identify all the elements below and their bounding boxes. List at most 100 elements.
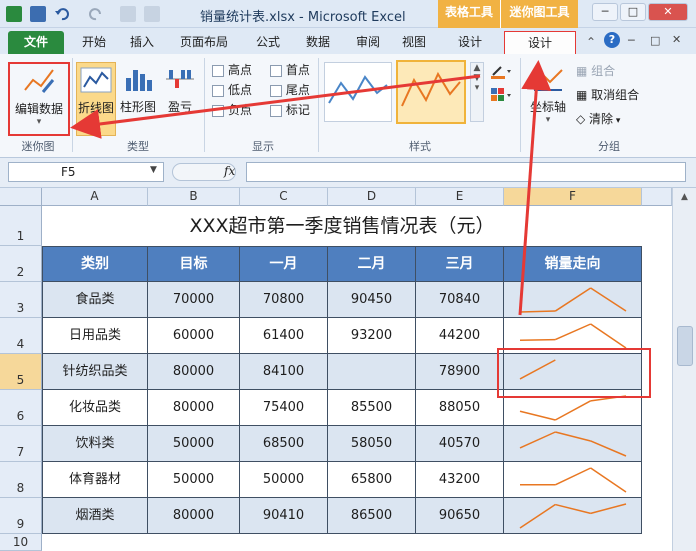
tab-formulas[interactable]: 公式 [246,31,290,54]
tab-table-design[interactable]: 设计 [448,31,492,54]
minimize-ribbon-icon[interactable]: ⌃ [586,35,596,49]
row-header-4[interactable]: 4 [0,318,42,354]
value-cell[interactable]: 40570 [416,426,504,462]
header-jan[interactable]: 一月 [240,246,328,282]
value-cell[interactable]: 90410 [240,498,328,534]
value-cell[interactable]: 90450 [328,282,416,318]
doc-minimize-icon[interactable]: ─ [628,34,635,47]
row-header-3[interactable]: 3 [0,282,42,318]
save-icon[interactable] [30,6,46,22]
help-icon[interactable]: ? [604,32,620,48]
sheet-title[interactable]: XXX超市第一季度销售情况表（元） [42,206,642,246]
sparkline-cell[interactable] [504,462,642,498]
redo-icon[interactable] [88,6,104,22]
value-cell[interactable]: 88050 [416,390,504,426]
category-cell[interactable]: 体育器材 [42,462,148,498]
column-header-a[interactable]: A [42,188,148,206]
value-cell[interactable]: 50000 [148,462,240,498]
column-header-c[interactable]: C [240,188,328,206]
tab-sparkline-design[interactable]: 设计 [504,31,576,54]
category-cell[interactable]: 化妆品类 [42,390,148,426]
value-cell[interactable]: 70840 [416,282,504,318]
markers-checkbox[interactable] [269,104,282,117]
sparkline-style-gallery-item-selected[interactable] [396,60,466,124]
scroll-up-icon[interactable]: ▲ [678,192,692,206]
category-cell[interactable]: 针纺织品类 [42,354,148,390]
sparkline-cell[interactable] [504,498,642,534]
insert-function-icon[interactable]: fx [224,164,235,178]
value-cell[interactable]: 50000 [148,426,240,462]
tab-home[interactable]: 开始 [72,31,116,54]
category-cell[interactable]: 日用品类 [42,318,148,354]
value-cell[interactable]: 50000 [240,462,328,498]
excel-app-icon[interactable] [6,6,22,22]
select-all-corner[interactable] [0,188,42,206]
close-button[interactable]: ✕ [648,3,688,21]
name-box-dropdown-icon[interactable]: ▼ [150,165,157,175]
category-cell[interactable]: 烟酒类 [42,498,148,534]
print-preview-icon[interactable] [144,6,160,22]
sparkline-type-winloss-button[interactable]: 盈亏 [160,62,200,136]
doc-close-icon[interactable]: ✕ [672,33,681,46]
value-cell[interactable]: 78900 [416,354,504,390]
tab-view[interactable]: 视图 [392,31,436,54]
value-cell[interactable]: 58050 [328,426,416,462]
value-cell[interactable]: 93200 [328,318,416,354]
row-header-8[interactable]: 8 [0,462,42,498]
negative-point-checkbox[interactable] [212,104,224,117]
value-cell[interactable]: 61400 [240,318,328,354]
last-point-checkbox[interactable] [269,84,282,97]
row-header-5[interactable]: 5 [0,354,42,390]
value-cell[interactable]: 65800 [328,462,416,498]
value-cell[interactable]: 90650 [416,498,504,534]
formula-input[interactable] [246,162,686,182]
sparkline-cell[interactable] [504,426,642,462]
header-mar[interactable]: 三月 [416,246,504,282]
doc-restore-icon[interactable]: □ [650,34,660,47]
style-gallery-scroll[interactable]: ▲ ▼ ▾ [470,62,484,122]
value-cell[interactable]: 70000 [148,282,240,318]
row-header-1[interactable]: 1 [0,206,42,246]
ungroup-button[interactable]: ▦ 取消组合 [576,84,639,106]
column-header-b[interactable]: B [148,188,240,206]
high-point-checkbox[interactable] [212,64,224,77]
value-cell[interactable]: 60000 [148,318,240,354]
value-cell[interactable]: 80000 [148,354,240,390]
tab-data[interactable]: 数据 [296,31,340,54]
value-cell[interactable]: 44200 [416,318,504,354]
scroll-thumb[interactable] [676,326,693,366]
value-cell[interactable]: 84100 [240,354,328,390]
name-box[interactable]: F5 [8,162,164,182]
header-target[interactable]: 目标 [148,246,240,282]
header-trend[interactable]: 销量走向 [504,246,642,282]
row-header-2[interactable]: 2 [0,246,42,282]
clear-button[interactable]: ◇ 清除 ▾ [576,108,620,130]
sparkline-type-column-button[interactable]: 柱形图 [120,62,156,136]
sparkline-color-icon[interactable] [490,62,512,80]
group-button[interactable]: ▦ 组合 [576,60,615,82]
tab-review[interactable]: 审阅 [346,31,390,54]
marker-color-icon[interactable] [490,86,512,104]
axis-button[interactable]: 坐标轴 ▾ [526,62,570,136]
minimize-button[interactable]: ─ [592,3,618,21]
value-cell[interactable] [328,354,416,390]
column-header-e[interactable]: E [416,188,504,206]
row-header-6[interactable]: 6 [0,390,42,426]
sparkline-type-line-button[interactable]: 折线图 [76,62,116,136]
tab-file[interactable]: 文件 [8,31,64,54]
value-cell[interactable]: 68500 [240,426,328,462]
value-cell[interactable]: 80000 [148,390,240,426]
header-feb[interactable]: 二月 [328,246,416,282]
column-header-f[interactable]: F [504,188,642,206]
column-header-d[interactable]: D [328,188,416,206]
row-header-7[interactable]: 7 [0,426,42,462]
header-category[interactable]: 类别 [42,246,148,282]
sparkline-cell[interactable] [504,282,642,318]
edit-data-button[interactable]: 编辑数据 ▾ [8,62,70,136]
category-cell[interactable]: 饮料类 [42,426,148,462]
print-icon[interactable] [120,6,136,22]
sparkline-style-gallery-item[interactable] [324,62,392,122]
category-cell[interactable]: 食品类 [42,282,148,318]
row-header-9[interactable]: 9 [0,498,42,534]
first-point-checkbox[interactable] [269,64,282,77]
